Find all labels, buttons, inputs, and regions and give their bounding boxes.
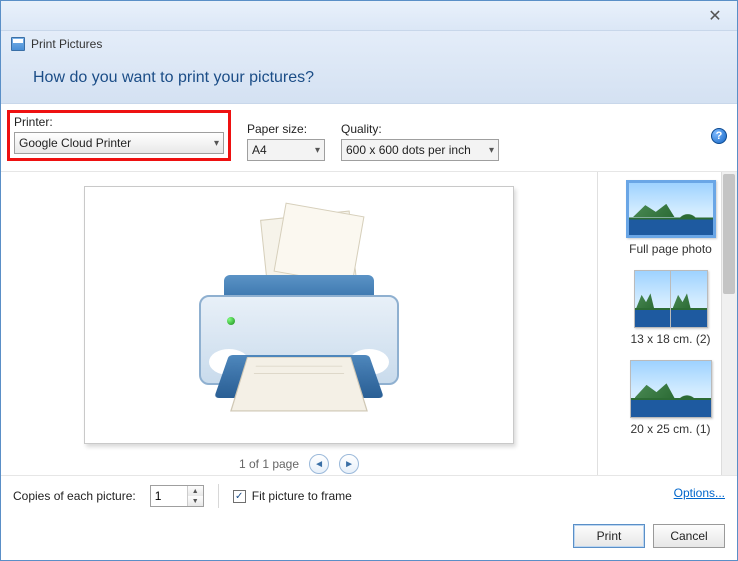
window-title: Print Pictures (31, 37, 102, 51)
layout-label: Full page photo (629, 242, 712, 256)
action-buttons: Print Cancel (1, 516, 737, 560)
layout-thumb (626, 180, 716, 238)
pager: 1 of 1 page ◄ ► (239, 454, 359, 474)
copies-input[interactable] (151, 486, 187, 506)
copies-step-buttons: ▲ ▼ (187, 486, 203, 506)
printer-select[interactable]: Google Cloud Printer ▾ (14, 132, 224, 154)
printer-label: Printer: (14, 115, 224, 129)
preview-pane: 1 of 1 page ◄ ► (1, 172, 597, 475)
chevron-down-icon: ▾ (214, 138, 219, 149)
help-button[interactable]: ? (711, 128, 727, 144)
paper-size-label: Paper size: (247, 122, 325, 136)
quality-select[interactable]: 600 x 600 dots per inch ▾ (341, 139, 499, 161)
fit-to-frame-label: Fit picture to frame (252, 489, 352, 503)
layout-option-13x18[interactable]: 13 x 18 cm. (2) (608, 270, 733, 346)
copies-label: Copies of each picture: (13, 489, 136, 503)
cancel-button[interactable]: Cancel (653, 524, 725, 548)
chevron-down-icon: ▾ (315, 145, 320, 156)
paper-size-value: A4 (252, 143, 267, 157)
print-button[interactable]: Print (573, 524, 645, 548)
prev-page-button[interactable]: ◄ (309, 454, 329, 474)
header-question: How do you want to print your pictures? (33, 69, 727, 87)
layout-option-full-page[interactable]: Full page photo (608, 180, 733, 256)
step-up-button[interactable]: ▲ (188, 486, 203, 496)
layout-thumb (630, 360, 712, 418)
print-pictures-dialog: ✕ Print Pictures How do you want to prin… (0, 0, 738, 561)
paper-size-select[interactable]: A4 ▾ (247, 139, 325, 161)
checkbox-icon: ✓ (233, 490, 246, 503)
fit-to-frame-checkbox[interactable]: ✓ Fit picture to frame (233, 489, 352, 503)
printer-field-highlight: Printer: Google Cloud Printer ▾ (7, 110, 231, 161)
quality-value: 600 x 600 dots per inch (346, 143, 471, 157)
quality-field: Quality: 600 x 600 dots per inch ▾ (341, 122, 499, 161)
close-icon: ✕ (708, 6, 721, 26)
layout-scrollbar[interactable] (721, 172, 737, 475)
print-settings-row: Printer: Google Cloud Printer ▾ Paper si… (1, 104, 737, 172)
close-button[interactable]: ✕ (699, 5, 731, 27)
layout-thumb (634, 270, 708, 328)
chevron-down-icon: ▾ (489, 145, 494, 156)
dialog-body: 1 of 1 page ◄ ► Full page photo (1, 172, 737, 475)
layout-list: Full page photo 13 x 18 cm. (2) 20 x 25 … (597, 172, 737, 475)
help-icon: ? (716, 130, 723, 142)
arrow-right-icon: ► (344, 459, 354, 470)
next-page-button[interactable]: ► (339, 454, 359, 474)
app-icon (11, 37, 25, 51)
scrollbar-thumb[interactable] (723, 174, 735, 294)
options-row: Copies of each picture: ▲ ▼ ✓ Fit pictur… (1, 475, 737, 516)
copies-stepper[interactable]: ▲ ▼ (150, 485, 204, 507)
paper-size-field: Paper size: A4 ▾ (247, 122, 325, 161)
dialog-header: Print Pictures How do you want to print … (1, 31, 737, 104)
step-down-button[interactable]: ▼ (188, 496, 203, 506)
layout-label: 13 x 18 cm. (2) (630, 332, 710, 346)
divider (218, 484, 219, 508)
arrow-left-icon: ◄ (314, 459, 324, 470)
layout-label: 20 x 25 cm. (1) (630, 422, 710, 436)
titlebar: ✕ (1, 1, 737, 31)
printer-value: Google Cloud Printer (19, 136, 131, 150)
quality-label: Quality: (341, 122, 499, 136)
options-link[interactable]: Options... (674, 486, 725, 500)
layout-option-20x25[interactable]: 20 x 25 cm. (1) (608, 360, 733, 436)
pager-text: 1 of 1 page (239, 457, 299, 471)
window-title-row: Print Pictures (11, 37, 727, 51)
printer-illustration (169, 205, 429, 425)
preview-page (84, 186, 514, 444)
